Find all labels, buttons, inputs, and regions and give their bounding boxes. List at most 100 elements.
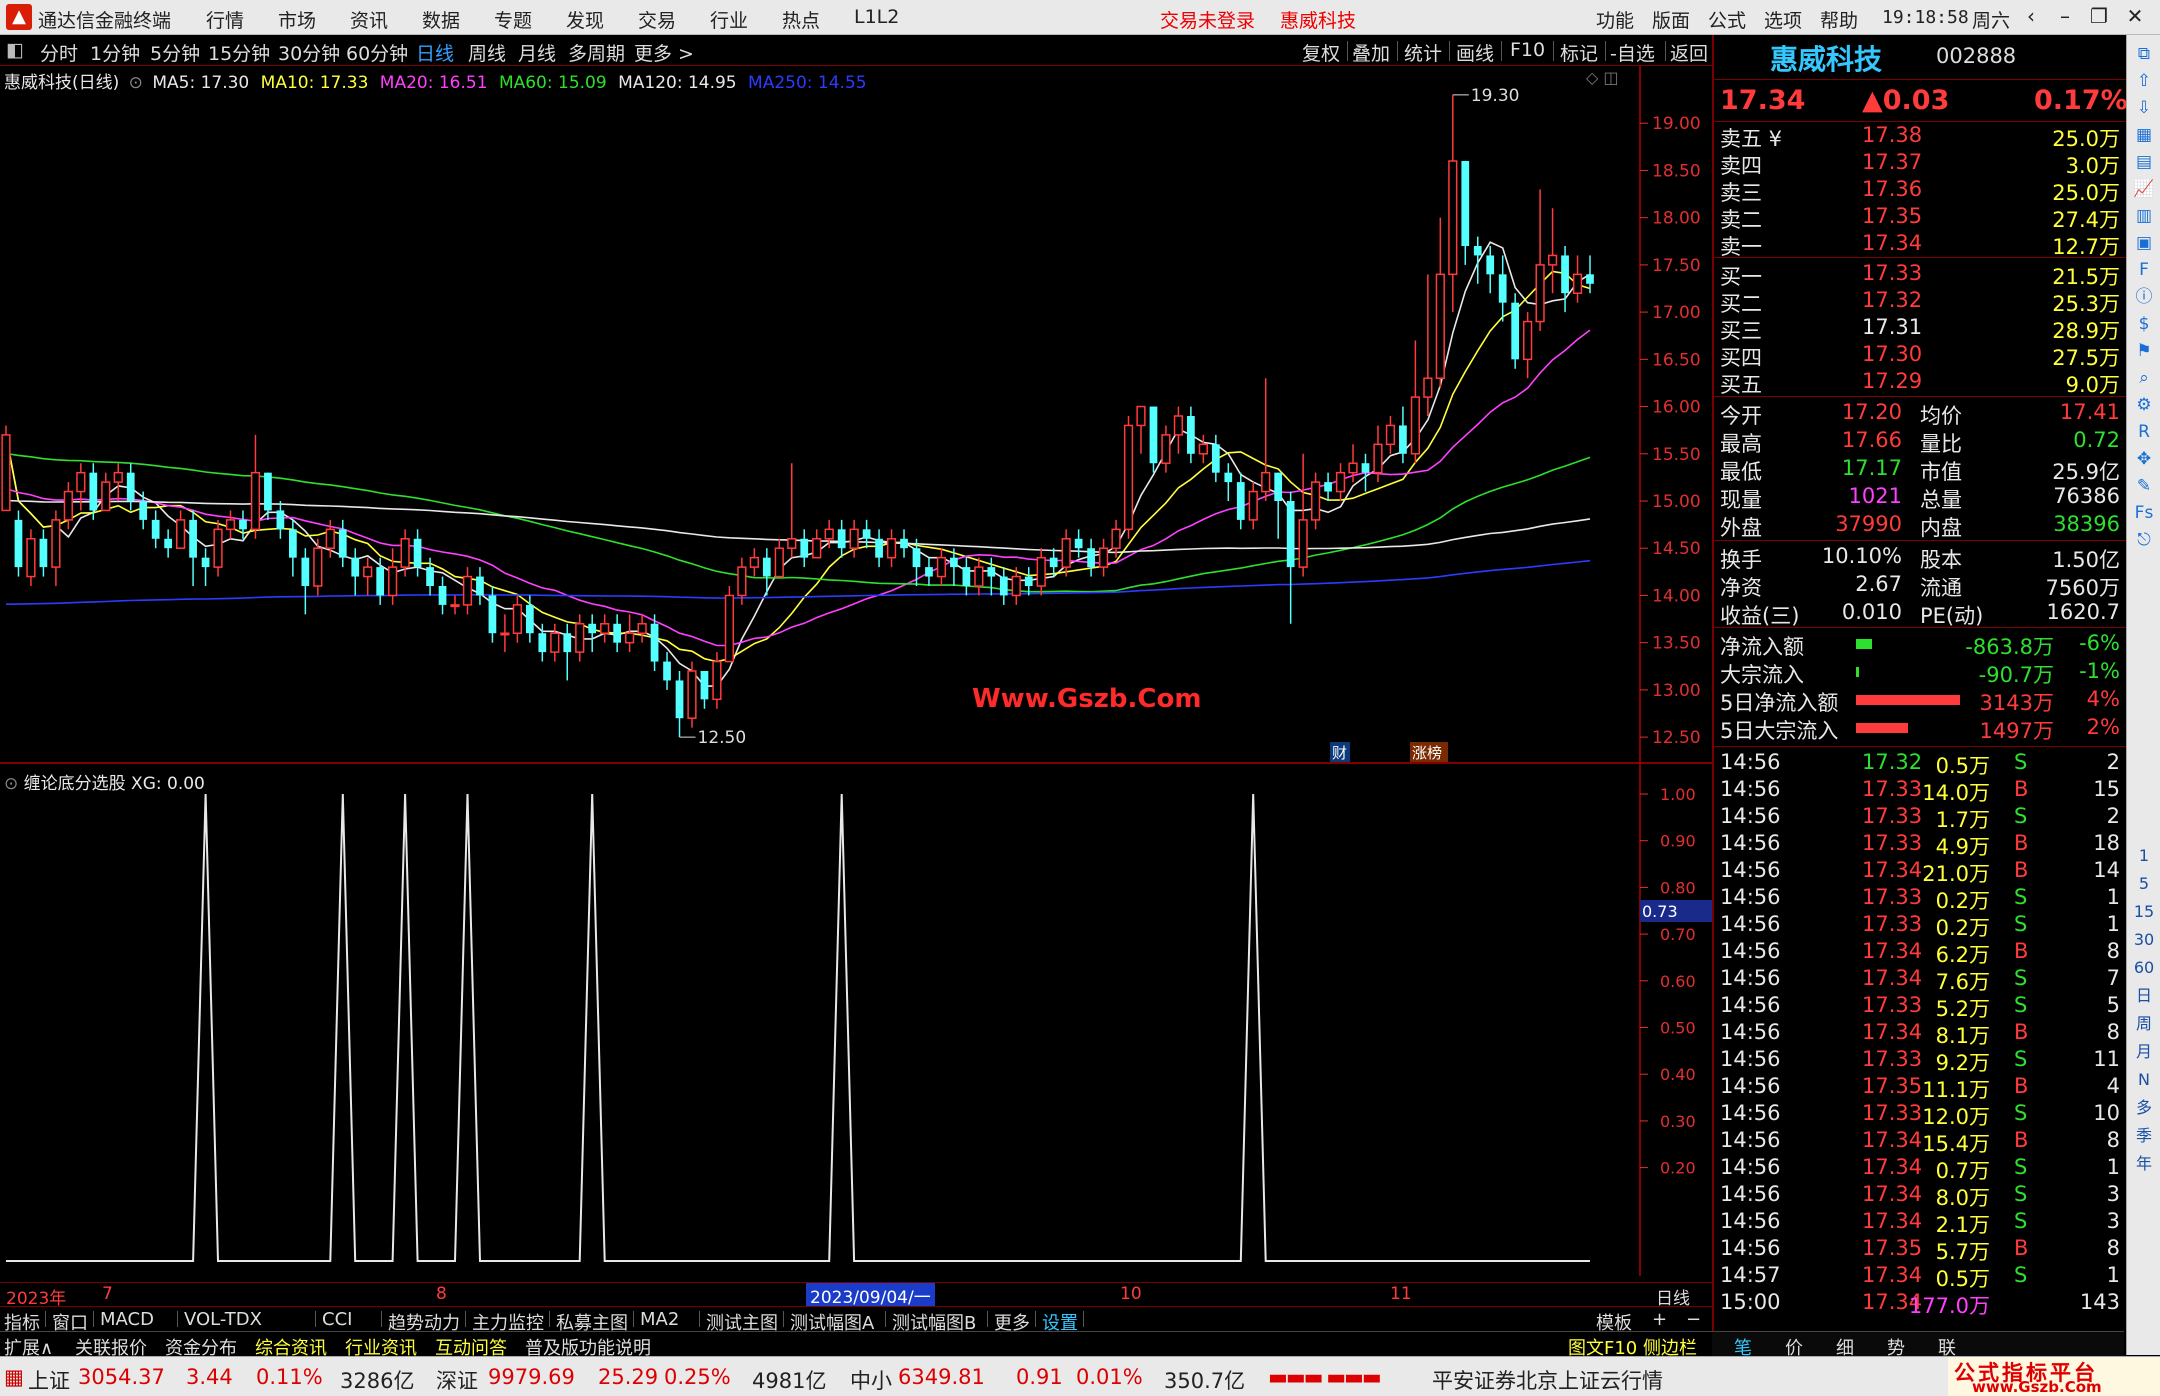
period-30min[interactable]: 30分钟 [278,39,340,66]
tick-count: 8 [2106,1128,2120,1152]
stat-value: 17.66 [1841,428,1902,452]
side-period-label[interactable]: 日 [2133,985,2155,1007]
side-period-label[interactable]: N [2133,1069,2155,1091]
period-more[interactable]: 更多 > [634,39,694,66]
tool-adjust[interactable]: 复权 [1302,39,1340,66]
minimize-icon[interactable]: – [2048,4,2082,28]
stat-label: 外盘 [1720,516,1762,540]
period-60min[interactable]: 60分钟 [346,39,408,66]
indicator-tab-4[interactable]: CCI [322,1309,352,1330]
stock-code: 002888 [1936,44,2017,68]
kline-icon[interactable]: ▥ [2133,205,2155,227]
status-menu-icon[interactable]: ▦ [4,1365,24,1389]
period-daily[interactable]: 日线 [416,39,454,66]
f10-icon[interactable]: F [2133,259,2155,281]
legend-toggle-icon[interactable]: ⊙ [129,73,143,93]
menu-options[interactable]: 选项 [1764,6,1802,33]
remove-window-button[interactable]: − [1686,1309,1701,1330]
side-period-label[interactable]: 5 [2133,873,2155,895]
login-status[interactable]: 交易未登录 [1160,6,1255,33]
share-icon[interactable]: ⎋ [2133,529,2155,551]
down-arrow-icon[interactable]: ⇩ [2133,97,2155,119]
search-icon[interactable]: ⌕ [2133,367,2155,389]
side-period-label[interactable]: 季 [2133,1125,2155,1147]
indicator-toggle-icon[interactable]: ⊙ [4,774,18,794]
close-icon[interactable]: ✕ [2118,4,2152,28]
indicator-chart[interactable]: 1.00 0.90 0.80 0.70 0.60 0.50 0.40 0.30 0.20 0.7… [0,766,1712,1276]
back-icon[interactable]: ‹ [2014,4,2048,28]
indicator-tab-2[interactable]: MACD [100,1309,154,1330]
indicator-tab-3[interactable]: VOL-TDX [184,1309,262,1330]
indicator-tab-8[interactable]: MA2 [640,1309,679,1330]
menu-layout[interactable]: 版面 [1652,6,1690,33]
index-sz-name[interactable]: 深证 [436,1365,478,1395]
move-icon[interactable]: ✥ [2133,448,2155,470]
menu-l1l2[interactable]: L1L2 [854,6,899,28]
flow-row: 5日净流入额 3143万 4% [1714,686,2126,715]
menu-news[interactable]: 资讯 [350,6,388,33]
side-period-label[interactable]: 60 [2133,957,2155,979]
index-sme-name[interactable]: 中小 [850,1365,892,1395]
tool-mark[interactable]: 标记 [1560,39,1598,66]
tool-overlay[interactable]: 叠加 [1352,39,1390,66]
candle-body-down [413,538,422,568]
tool-stats[interactable]: 统计 [1404,39,1442,66]
menu-industry[interactable]: 行业 [710,6,748,33]
finance-icon[interactable]: $ [2133,313,2155,335]
pen-icon[interactable]: ✎ [2133,475,2155,497]
list-icon[interactable]: ▤ [2133,151,2155,173]
kline-chart[interactable]: 19.00 18.50 18.00 17.50 17.00 16.50 16.00 15.50… [0,66,1712,766]
menu-discover[interactable]: 发现 [566,6,604,33]
chart-options-icon[interactable]: ◇ ◫ [1586,68,1619,87]
menu-function[interactable]: 功能 [1596,6,1634,33]
info-icon[interactable]: ⓘ [2133,286,2155,308]
menu-trade[interactable]: 交易 [638,6,676,33]
index-sh-name[interactable]: 上证 [28,1365,70,1395]
tool-f10[interactable]: F10 [1510,39,1545,61]
restore-icon[interactable]: ❐ [2082,4,2116,28]
menu-data[interactable]: 数据 [422,6,460,33]
candle-body-down [650,623,659,662]
tool-remove-watch[interactable]: -自选 [1610,39,1655,66]
chart-icon[interactable]: 📈 [2133,178,2155,200]
side-period-label[interactable]: 周 [2133,1013,2155,1035]
side-period-label[interactable]: 15 [2133,901,2155,923]
period-intraday[interactable]: 分时 [40,39,78,66]
tick-price: 17.34 [1862,1155,1923,1179]
stat-label: 收益(三) [1720,604,1800,628]
toolbar-divider [1501,41,1502,61]
side-period-label[interactable]: 年 [2133,1153,2155,1175]
flag-icon[interactable]: ⚑ [2133,340,2155,362]
news-icon[interactable]: ▣ [2133,232,2155,254]
tool-back[interactable]: 返回 [1670,39,1708,66]
tick-side: B [2014,939,2029,963]
period-monthly[interactable]: 月线 [518,39,556,66]
menu-hot[interactable]: 热点 [782,6,820,33]
rsi-icon[interactable]: R [2133,421,2155,443]
side-period-label[interactable]: 30 [2133,929,2155,951]
collapse-icon[interactable]: ⧉ [2133,43,2155,65]
menu-topics[interactable]: 专题 [494,6,532,33]
fs-icon[interactable]: Fs [2133,502,2155,524]
period-weekly[interactable]: 周线 [468,39,506,66]
toolbar-divider [1605,41,1606,61]
side-period-label[interactable]: 1 [2133,845,2155,867]
period-15min[interactable]: 15分钟 [208,39,270,66]
menu-quotes[interactable]: 行情 [206,6,244,33]
period-5min[interactable]: 5分钟 [150,39,200,66]
settings-icon[interactable]: ⚙ [2133,394,2155,416]
menu-formula[interactable]: 公式 [1708,6,1746,33]
period-1min[interactable]: 1分钟 [90,39,140,66]
grid-icon[interactable]: ▦ [2133,124,2155,146]
side-period-label[interactable]: 多 [2133,1097,2155,1119]
menu-market[interactable]: 市场 [278,6,316,33]
toggle-panel-icon[interactable]: ◧ [6,39,24,61]
up-arrow-icon[interactable]: ⇧ [2133,70,2155,92]
tool-draw[interactable]: 画线 [1456,39,1494,66]
period-multi[interactable]: 多周期 [568,39,625,66]
menu-help[interactable]: 帮助 [1820,6,1858,33]
side-period-label[interactable]: 月 [2133,1041,2155,1063]
candle-body-up [51,519,61,568]
tick-row: 14:56 17.34 6.2万 B 8 [1714,938,2126,967]
add-window-button[interactable]: + [1652,1309,1667,1330]
